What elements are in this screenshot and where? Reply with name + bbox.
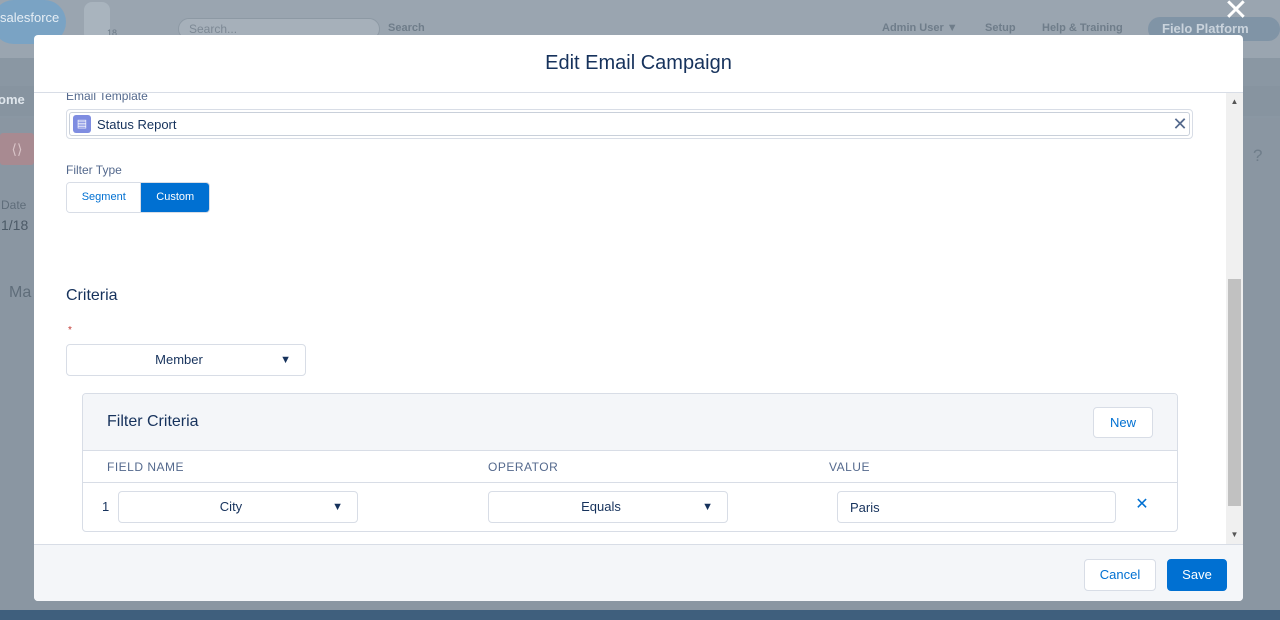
chevron-down-icon: ▼ (702, 501, 713, 513)
filter-criteria-header: Filter Criteria New (83, 394, 1177, 451)
help-icon: ? (1253, 146, 1263, 165)
criteria-heading: Criteria (66, 287, 118, 304)
chevron-down-icon: ▼ (332, 501, 343, 513)
record-type-icon: ⟨⟩ (0, 133, 34, 165)
criteria-object-select[interactable]: Member ▼ (66, 344, 306, 376)
background-footer-bar (0, 610, 1280, 620)
email-template-value: Status Report (97, 117, 177, 132)
criteria-object-value: Member (155, 352, 203, 367)
modal-footer: Cancel Save (34, 544, 1243, 601)
chevron-down-icon: ▼ (280, 354, 291, 366)
filter-type-toggle: Segment Custom (66, 182, 210, 213)
column-header-value: VALUE (829, 460, 870, 474)
filter-type-custom-button[interactable]: Custom (141, 183, 209, 212)
criteria-row: 1 City ▼ Equals ▼ ✕ (83, 483, 1177, 531)
modal-body: Email Template ▤ Status Report ✕ Filter … (34, 93, 1243, 544)
column-header-field-name: FIELD NAME (107, 460, 185, 474)
filter-criteria-card: Filter Criteria New FIELD NAME OPERATOR … (82, 393, 1178, 532)
scroll-down-arrow-icon[interactable]: ▼ (1226, 528, 1243, 542)
criteria-row-number: 1 (102, 499, 110, 514)
save-button[interactable]: Save (1167, 559, 1227, 591)
email-template-label: Email Template (66, 93, 148, 103)
email-template-lookup[interactable]: ▤ Status Report ✕ (66, 109, 1193, 139)
edit-email-campaign-modal: Edit Email Campaign Email Template ▤ Sta… (34, 35, 1243, 601)
field-name-select[interactable]: City ▼ (118, 491, 358, 523)
home-tab: ome (0, 92, 25, 107)
global-search-button: Search (388, 22, 425, 34)
required-marker: * (68, 325, 72, 336)
criteria-value-input[interactable] (837, 491, 1116, 523)
new-criteria-button[interactable]: New (1093, 407, 1153, 438)
scrollbar-thumb[interactable] (1228, 279, 1241, 506)
background-partial-text: Ma (9, 284, 32, 301)
operator-value: Equals (581, 499, 621, 514)
background-date-value: 1/18 (1, 217, 29, 233)
scroll-up-arrow-icon[interactable]: ▲ (1226, 95, 1243, 109)
email-template-pill: ▤ Status Report ✕ (69, 112, 1190, 136)
field-name-value: City (219, 499, 243, 514)
modal-title: Edit Email Campaign (545, 52, 732, 74)
cancel-button[interactable]: Cancel (1084, 559, 1156, 591)
setup-link: Setup (985, 22, 1016, 34)
operator-select[interactable]: Equals ▼ (488, 491, 728, 523)
help-training-link: Help & Training (1042, 22, 1123, 34)
background-date-label: Date (1, 198, 27, 212)
template-icon: ▤ (73, 115, 91, 133)
criteria-column-headers: FIELD NAME OPERATOR VALUE (83, 451, 1177, 483)
remove-criteria-icon[interactable]: ✕ (1133, 495, 1151, 515)
clear-template-icon[interactable]: ✕ (1172, 114, 1188, 134)
close-modal-icon[interactable]: ✕ (1222, 0, 1250, 26)
filter-type-segment-button[interactable]: Segment (67, 183, 142, 212)
column-header-operator: OPERATOR (488, 460, 559, 474)
filter-type-label: Filter Type (66, 163, 122, 177)
modal-scrollbar[interactable]: ▲ ▼ (1226, 93, 1243, 544)
user-menu: Admin User ▼ (882, 22, 958, 34)
filter-criteria-title: Filter Criteria (107, 413, 199, 430)
modal-header: Edit Email Campaign (34, 35, 1243, 93)
